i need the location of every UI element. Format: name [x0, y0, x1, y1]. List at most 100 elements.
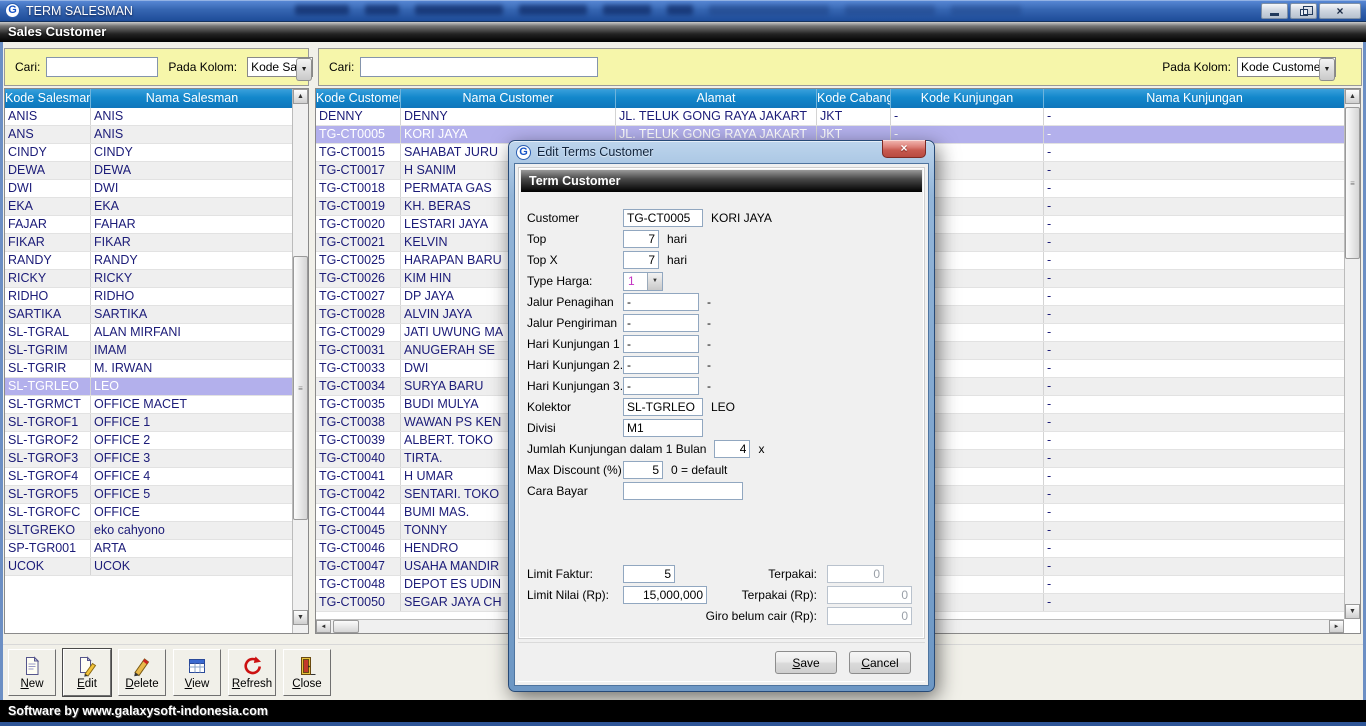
app-window: G TERM SALESMAN × Sales Customer Cari: P…	[0, 0, 1366, 726]
field-jumlah-kunjungan: Jumlah Kunjungan dalam 1 Bulan x	[527, 439, 924, 459]
table-row[interactable]: DWIDWI	[5, 180, 294, 198]
dialog-titlebar[interactable]: G Edit Terms Customer ×	[509, 141, 934, 163]
table-cell: FIKAR	[91, 234, 294, 251]
column-header[interactable]: Kode Customer	[316, 89, 401, 108]
table-row[interactable]: SL-TGROF2OFFICE 2	[5, 432, 294, 450]
scroll-down-button[interactable]: ▼	[1345, 604, 1360, 619]
hari-kunjungan-2-input[interactable]	[623, 356, 699, 374]
scroll-right-button[interactable]: ►	[1329, 620, 1344, 633]
view-button[interactable]: View	[173, 649, 221, 696]
table-row[interactable]: FAJARFAHAR	[5, 216, 294, 234]
refresh-button[interactable]: Refresh	[228, 649, 276, 696]
table-cell: -	[1044, 540, 1346, 557]
table-row[interactable]: EKAEKA	[5, 198, 294, 216]
table-row[interactable]: SARTIKASARTIKA	[5, 306, 294, 324]
jalur-pengiriman-input[interactable]	[623, 314, 699, 332]
table-cell: JL. TELUK GONG RAYA JAKART	[616, 108, 817, 125]
column-header[interactable]: Nama Customer	[401, 89, 616, 108]
scroll-up-button[interactable]: ▲	[1345, 89, 1360, 104]
table-cell: SL-TGROFC	[5, 504, 91, 521]
table-cell: SL-TGROF3	[5, 450, 91, 467]
jalur-penagihan-input[interactable]	[623, 293, 699, 311]
edit-button[interactable]: Edit	[63, 649, 111, 696]
kolektor-input[interactable]	[623, 398, 703, 416]
scrollbar-thumb[interactable]	[333, 620, 359, 633]
table-row[interactable]: SP-TGR001ARTA	[5, 540, 294, 558]
chevron-down-icon[interactable]: ▼	[296, 58, 312, 81]
customer-column-select[interactable]: Kode Customer ▼	[1237, 57, 1336, 77]
close-button[interactable]: Close	[283, 649, 331, 696]
table-row[interactable]: ANSANIS	[5, 126, 294, 144]
table-row[interactable]: CINDYCINDY	[5, 144, 294, 162]
dialog-close-button[interactable]: ×	[882, 140, 926, 158]
table-row[interactable]: SL-TGROF5OFFICE 5	[5, 486, 294, 504]
customer-code-input[interactable]	[623, 209, 703, 227]
field-jalur-penagihan: Jalur Penagihan -	[527, 292, 924, 312]
chevron-down-icon[interactable]: ▼	[1319, 58, 1335, 81]
edit-terms-customer-dialog: G Edit Terms Customer × Term Customer Cu…	[508, 140, 935, 692]
field-top-x: Top X hari	[527, 250, 924, 270]
table-row[interactable]: DENNYDENNYJL. TELUK GONG RAYA JAKARTJKT-…	[316, 108, 1346, 126]
table-cell: UCOK	[91, 558, 294, 575]
chevron-down-icon[interactable]: ▼	[647, 273, 662, 290]
table-row[interactable]: ANISANIS	[5, 108, 294, 126]
column-header[interactable]: Kode Cabang	[817, 89, 891, 108]
table-cell: -	[1044, 522, 1346, 539]
table-cell: RIDHO	[91, 288, 294, 305]
column-header[interactable]: Kode Salesman	[5, 89, 91, 108]
save-button[interactable]: Save	[775, 651, 837, 674]
scroll-up-button[interactable]: ▲	[293, 89, 308, 104]
table-row[interactable]: SL-TGRIRM. IRWAN	[5, 360, 294, 378]
new-button[interactable]: New	[8, 649, 56, 696]
scroll-down-button[interactable]: ▼	[293, 610, 308, 625]
salesman-table-body: ANISANISANSANISCINDYCINDYDEWADEWADWIDWIE…	[5, 108, 294, 633]
top-x-input[interactable]	[623, 251, 659, 269]
table-row[interactable]: SL-TGROF4OFFICE 4	[5, 468, 294, 486]
customer-vertical-scrollbar[interactable]: ▲ ≡ ▼	[1344, 89, 1360, 619]
table-row[interactable]: SL-TGRMCTOFFICE MACET	[5, 396, 294, 414]
hari-kunjungan-1-input[interactable]	[623, 335, 699, 353]
restore-button[interactable]	[1290, 3, 1317, 19]
salesman-search-input[interactable]	[46, 57, 158, 77]
type-harga-select[interactable]: 1 ▼	[623, 272, 663, 291]
table-row[interactable]: SL-TGROF3OFFICE 3	[5, 450, 294, 468]
divisi-input[interactable]	[623, 419, 703, 437]
table-row[interactable]: SL-TGROF1OFFICE 1	[5, 414, 294, 432]
cancel-button[interactable]: Cancel	[849, 651, 911, 674]
delete-button[interactable]: Delete	[118, 649, 166, 696]
table-row[interactable]: UCOKUCOK	[5, 558, 294, 576]
table-row[interactable]: RIDHORIDHO	[5, 288, 294, 306]
field-cara-bayar: Cara Bayar	[527, 481, 924, 501]
field-top: Top hari	[527, 229, 924, 249]
scrollbar-thumb[interactable]: ≡	[293, 256, 308, 520]
column-header[interactable]: Kode Kunjungan	[891, 89, 1044, 108]
table-row[interactable]: DEWADEWA	[5, 162, 294, 180]
column-header[interactable]: Alamat	[616, 89, 817, 108]
close-window-button[interactable]: ×	[1319, 3, 1361, 19]
customer-search-input[interactable]	[360, 57, 598, 77]
cara-bayar-input[interactable]	[623, 482, 743, 500]
table-row[interactable]: SLTGREKOeko cahyono	[5, 522, 294, 540]
table-row[interactable]: SL-TGRIMIMAM	[5, 342, 294, 360]
table-row[interactable]: SL-TGRALALAN MIRFANI	[5, 324, 294, 342]
table-row[interactable]: FIKARFIKAR	[5, 234, 294, 252]
salesman-column-select[interactable]: Kode Salesman ▼	[247, 57, 313, 77]
column-header[interactable]: Nama Kunjungan	[1044, 89, 1346, 108]
table-cell: TG-CT0031	[316, 342, 401, 359]
app-logo-icon: G	[5, 3, 20, 18]
jumlah-kunjungan-input[interactable]	[714, 440, 750, 458]
minimize-button[interactable]	[1261, 3, 1288, 19]
column-header[interactable]: Nama Salesman	[91, 89, 294, 108]
customer-table-header: Kode CustomerNama CustomerAlamatKode Cab…	[316, 89, 1360, 108]
top-input[interactable]	[623, 230, 659, 248]
table-row[interactable]: SL-TGROFCOFFICE	[5, 504, 294, 522]
table-cell: M. IRWAN	[91, 360, 294, 377]
scrollbar-thumb[interactable]: ≡	[1345, 107, 1360, 259]
hari-kunjungan-3-input[interactable]	[623, 377, 699, 395]
table-row[interactable]: RANDYRANDY	[5, 252, 294, 270]
scroll-left-button[interactable]: ◄	[316, 620, 331, 633]
salesman-vertical-scrollbar[interactable]: ▲ ≡ ▼	[292, 89, 308, 633]
table-row[interactable]: SL-TGRLEOLEO	[5, 378, 294, 396]
max-discount-input[interactable]	[623, 461, 663, 479]
table-row[interactable]: RICKYRICKY	[5, 270, 294, 288]
